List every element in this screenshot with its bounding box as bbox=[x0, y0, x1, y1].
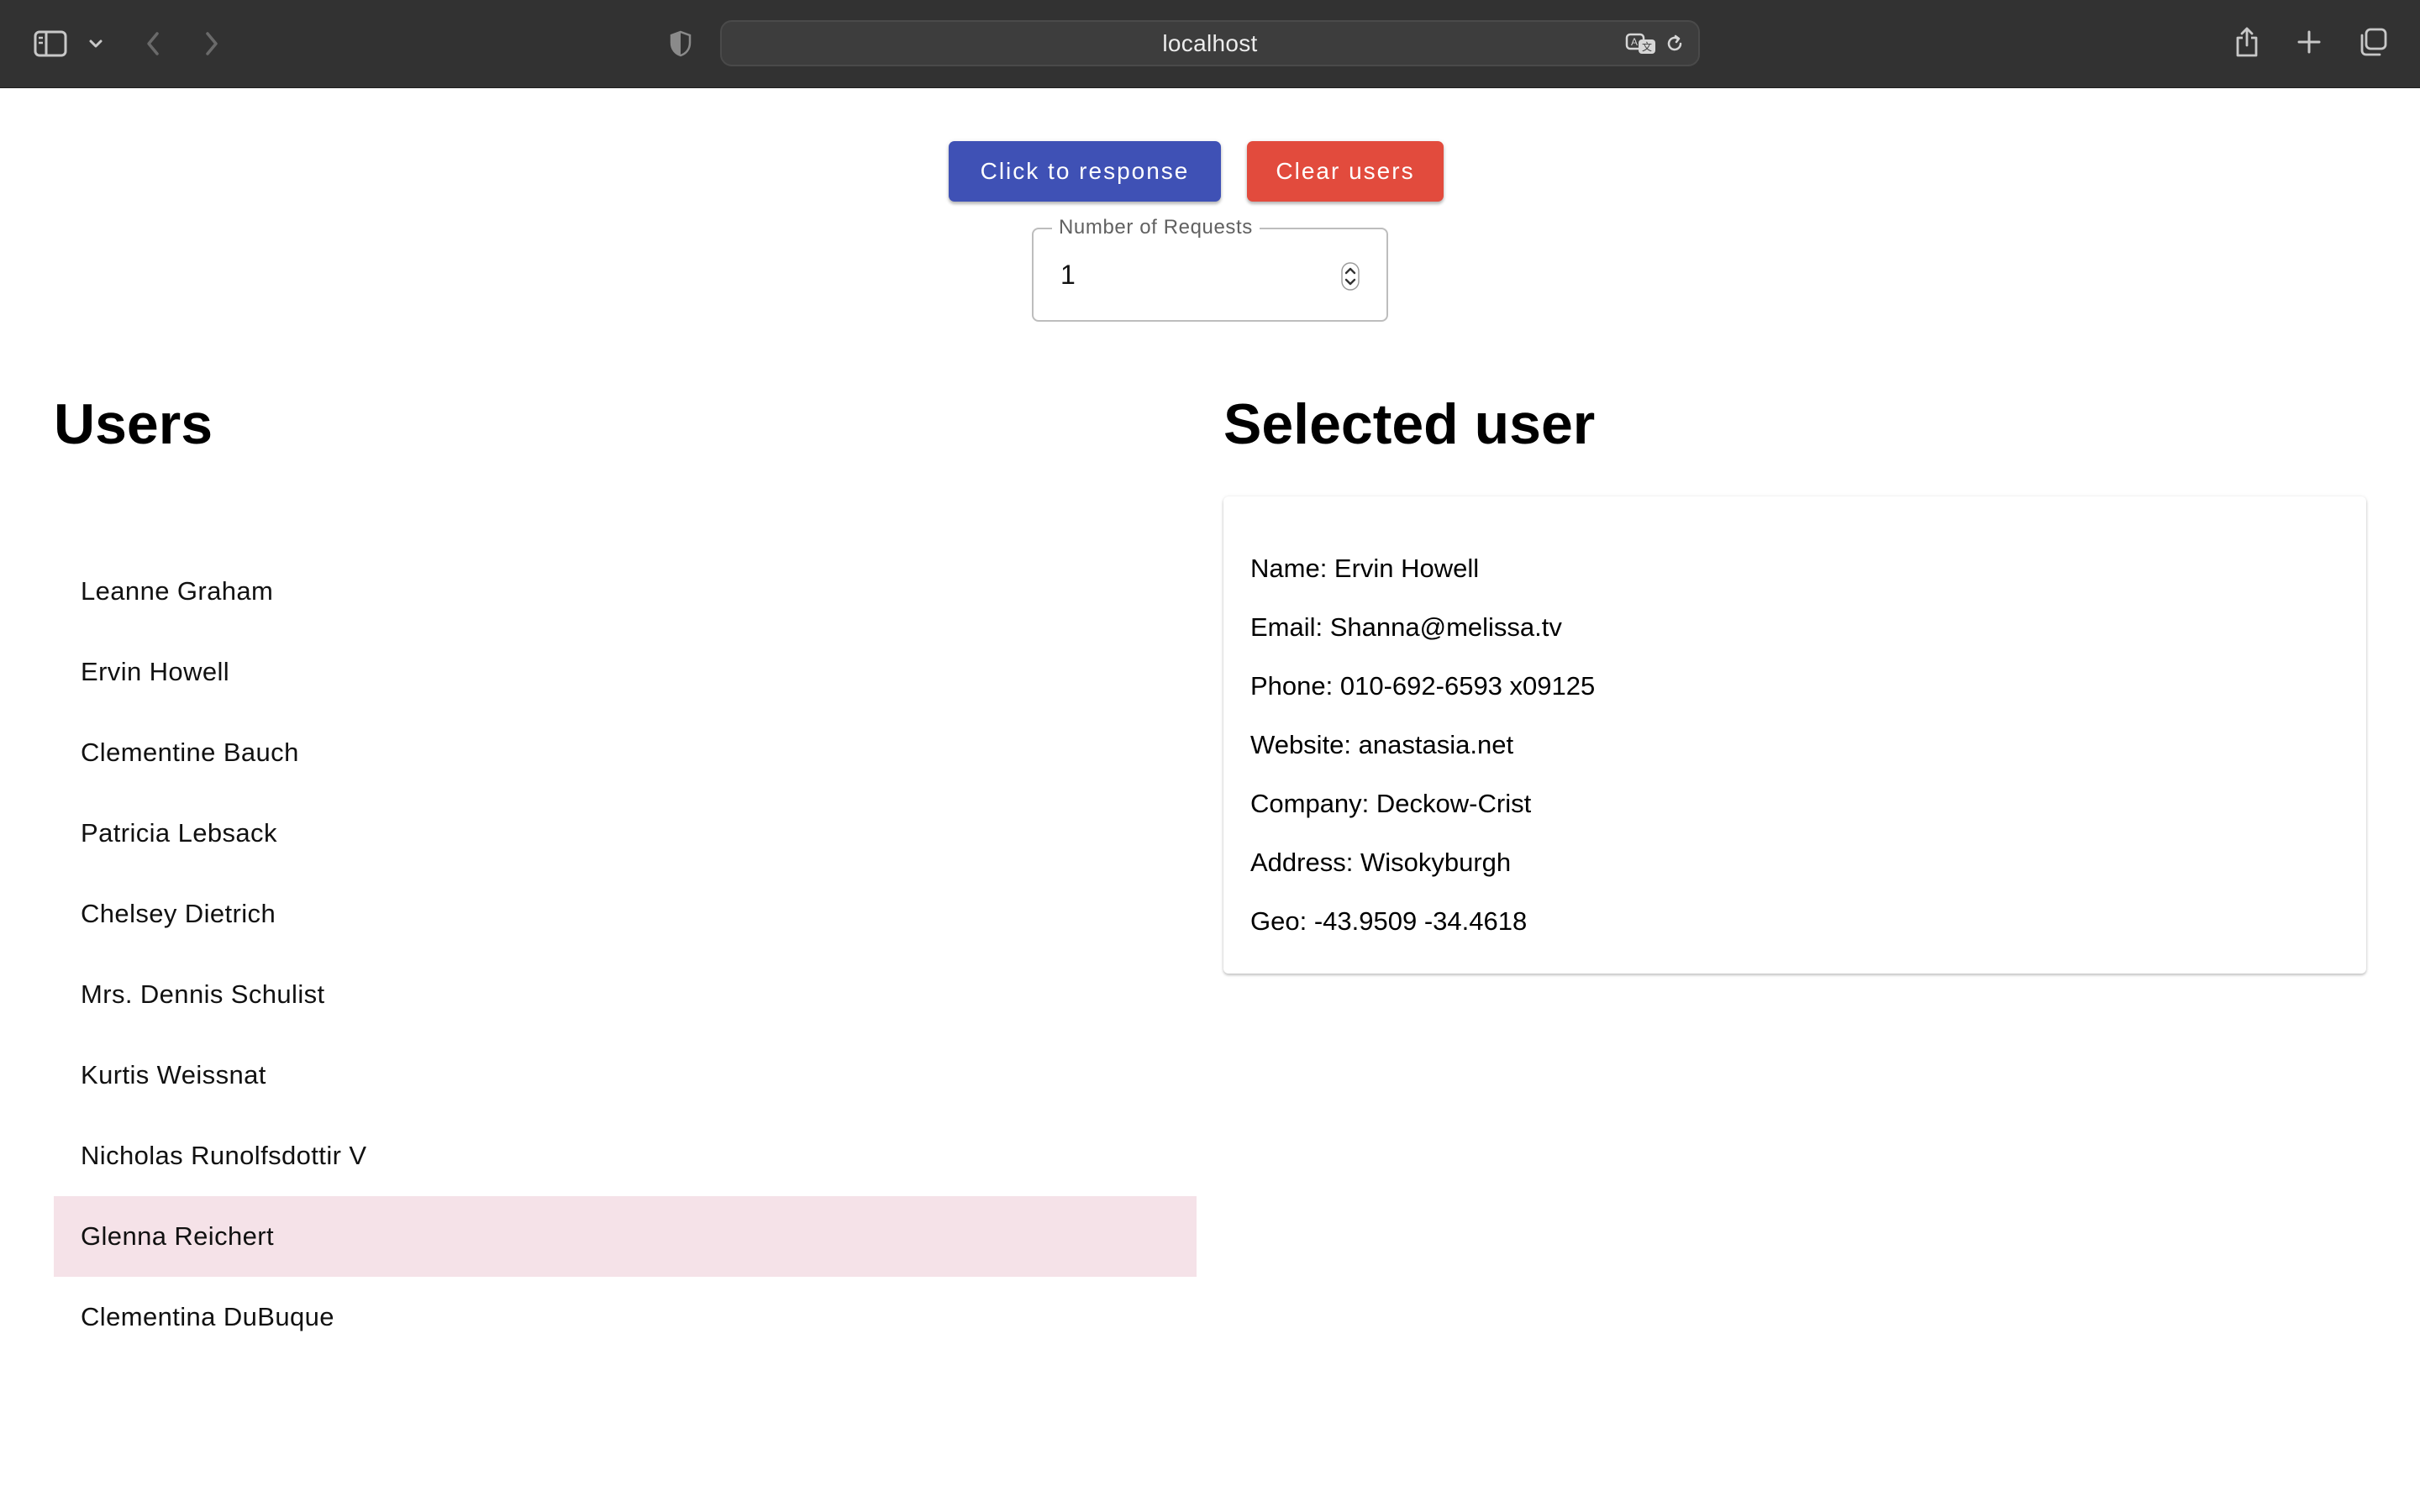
user-list-item[interactable]: Clementine Bauch bbox=[54, 712, 1197, 793]
new-tab-icon[interactable] bbox=[2294, 27, 2324, 57]
user-phone-line: Phone: 010-692-6593 x09125 bbox=[1250, 671, 1596, 701]
chevron-down-icon[interactable] bbox=[86, 32, 106, 55]
user-list-item[interactable]: Leanne Graham bbox=[54, 551, 1197, 632]
address-bar[interactable]: localhost A文 bbox=[720, 20, 1700, 66]
user-website-line: Website: anastasia.net bbox=[1250, 730, 1514, 759]
number-stepper-icon[interactable] bbox=[1341, 261, 1360, 291]
user-list-item[interactable]: Kurtis Weissnat bbox=[54, 1035, 1197, 1116]
sidebar-toggle-icon[interactable] bbox=[32, 27, 69, 60]
user-list-item[interactable]: Mrs. Dennis Schulist bbox=[54, 954, 1197, 1035]
user-list-item-hovered[interactable]: Glenna Reichert bbox=[54, 1196, 1197, 1277]
url-text: localhost bbox=[1162, 29, 1258, 56]
reload-icon[interactable] bbox=[1663, 32, 1686, 55]
user-list-item[interactable]: Ervin Howell bbox=[54, 632, 1197, 712]
user-company-line: Company: Deckow-Crist bbox=[1250, 789, 1532, 818]
tab-overview-icon[interactable] bbox=[2356, 25, 2390, 59]
svg-text:文: 文 bbox=[1642, 40, 1652, 53]
number-of-requests-label: Number of Requests bbox=[1052, 218, 1260, 238]
selected-user-heading: Selected user bbox=[1223, 392, 1596, 456]
user-list-item[interactable]: Patricia Lebsack bbox=[54, 793, 1197, 874]
user-geo-line: Geo: -43.9509 -34.4618 bbox=[1250, 906, 1528, 936]
privacy-shield-icon[interactable] bbox=[667, 27, 694, 60]
user-email-line: Email: Shanna@melissa.tv bbox=[1250, 612, 1562, 642]
number-of-requests-input[interactable]: 1 bbox=[1060, 260, 1076, 291]
page-content: Click to response Clear users Number of … bbox=[0, 89, 2420, 1512]
browser-toolbar: localhost A文 bbox=[0, 0, 2420, 88]
users-heading: Users bbox=[54, 392, 213, 456]
selected-user-card: Name: Ervin Howell Email: Shanna@melissa… bbox=[1223, 496, 2366, 974]
back-icon[interactable] bbox=[141, 27, 165, 60]
translate-icon[interactable]: A文 bbox=[1624, 30, 1658, 57]
number-of-requests-field[interactable]: Number of Requests 1 bbox=[1032, 218, 1388, 322]
user-address-line: Address: Wisokyburgh bbox=[1250, 848, 1512, 877]
clear-users-button[interactable]: Clear users bbox=[1247, 141, 1444, 202]
click-to-response-button[interactable]: Click to response bbox=[949, 141, 1221, 202]
share-icon[interactable] bbox=[2232, 24, 2262, 60]
user-list: Leanne Graham Ervin Howell Clementine Ba… bbox=[54, 551, 1197, 1357]
svg-text:A: A bbox=[1631, 36, 1638, 48]
user-list-item[interactable]: Chelsey Dietrich bbox=[54, 874, 1197, 954]
forward-icon[interactable] bbox=[200, 27, 224, 60]
user-list-item[interactable]: Clementina DuBuque bbox=[54, 1277, 1197, 1357]
user-name-line: Name: Ervin Howell bbox=[1250, 554, 1480, 583]
user-list-item[interactable]: Nicholas Runolfsdottir V bbox=[54, 1116, 1197, 1196]
